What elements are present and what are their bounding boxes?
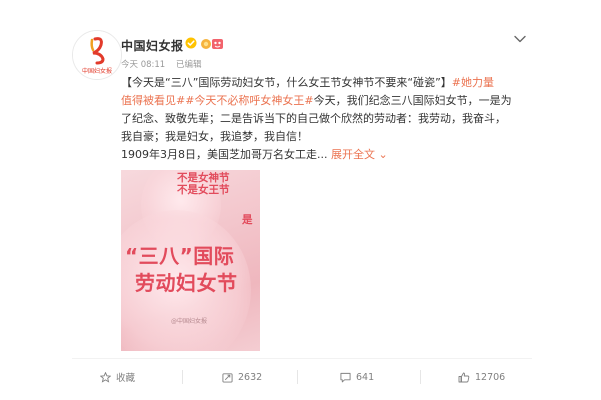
logo-text: 中国妇女报: [82, 67, 112, 75]
post-text-segment: 今天，我们纪念三八国际妇女节，一是为: [313, 94, 512, 107]
badge-icon[interactable]: [200, 37, 224, 51]
repost-button[interactable]: 2632: [222, 369, 262, 385]
hashtag-link[interactable]: #今天不必称呼女神女王#: [185, 94, 313, 107]
post-image[interactable]: 不是女神节 不是女王节 是 “三八”国际 劳动妇女节 @中国妇女报: [121, 170, 260, 351]
post-text-line: 我自豪；我是妇女，我追梦，我自信！: [121, 128, 491, 146]
poster-title-2: 劳动妇女节: [135, 271, 238, 295]
poster-line-3: 是: [242, 214, 253, 226]
action-bar: 收藏 2632 641 12706: [72, 358, 532, 393]
poster-line-2: 不是女王节: [177, 184, 230, 196]
poster-watermark: @中国妇女报: [171, 318, 208, 325]
post-text: 【今天是“三八”国际劳动妇女节，什么女王节女神节不要来“碰瓷”】#她力量 值得被看…: [121, 74, 512, 164]
comment-count: 641: [356, 371, 375, 383]
post-text-segment: 了纪念、致敬先辈；二是告诉当下的自己做个欣然的劳动者：我劳动，我奋斗，: [121, 112, 506, 125]
expand-full-text-link[interactable]: 展开全文: [327, 148, 375, 161]
author-name[interactable]: 中国妇女报: [121, 37, 184, 54]
like-button[interactable]: 12706: [458, 369, 505, 385]
like-icon: [458, 372, 470, 382]
favorite-button[interactable]: 收藏: [100, 369, 135, 385]
weibo-post-card: 中国妇女报 中国妇女报 今天 08:11 已编辑 【今天是“三八”国际劳动妇女节…: [0, 0, 601, 400]
post-text-segment: 我自豪；我是妇女，我追梦，我自信！: [121, 130, 308, 143]
comment-icon: [340, 372, 351, 382]
favorite-label: 收藏: [116, 373, 136, 384]
expand-full-text-link[interactable]: ⌄: [375, 148, 387, 161]
divider: [297, 370, 298, 384]
verified-icon: [185, 37, 197, 49]
post-text-line: 1909年3月8日，美国芝加哥万名女工走... 展开全文 ⌄: [121, 146, 491, 164]
post-text-line: 【今天是“三八”国际劳动妇女节，什么女王节女神节不要来“碰瓷”】#她力量: [121, 74, 494, 92]
repost-count: 2632: [238, 371, 263, 383]
divider: [182, 370, 183, 384]
poster-title-1: “三八”国际: [125, 244, 235, 268]
post-text-line: 值得被看见##今天不必称呼女神女王#今天，我们纪念三八国际妇女节，一是为: [121, 92, 512, 110]
post-text-segment: 【今天是“三八”国际劳动妇女节，什么女王节女神节不要来“碰瓷”】: [121, 76, 452, 89]
china-women-news-logo: 中国妇女报: [73, 31, 121, 79]
post-text-segment: 1909年3月8日，美国芝加哥万名女工走...: [121, 148, 328, 161]
post-edited-label: 已编辑: [176, 60, 202, 70]
comment-button[interactable]: 641: [340, 369, 374, 385]
post-text-line: 了纪念、致敬先辈；二是告诉当下的自己做个欣然的劳动者：我劳动，我奋斗，: [121, 110, 506, 128]
divider: [420, 370, 421, 384]
hashtag-link[interactable]: 值得被看见#: [121, 94, 185, 107]
like-count: 12706: [475, 371, 506, 383]
chevron-down-icon[interactable]: [514, 35, 526, 43]
post-time[interactable]: 今天 08:11: [121, 58, 165, 70]
repost-icon: [222, 372, 233, 383]
star-icon: [100, 371, 111, 383]
hashtag-link[interactable]: #她力量: [452, 76, 494, 89]
author-avatar[interactable]: 中国妇女报: [72, 30, 122, 80]
